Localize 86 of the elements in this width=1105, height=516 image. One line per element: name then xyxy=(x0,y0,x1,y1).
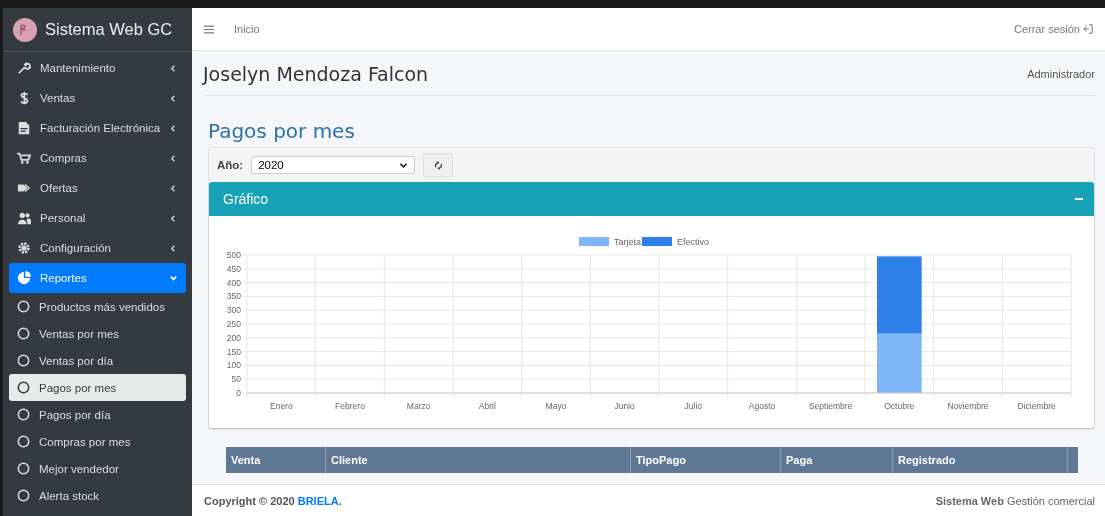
brand-title: Sistema Web GC xyxy=(45,20,173,39)
gear-icon xyxy=(17,241,31,255)
sidebar-item[interactable]: Mantenimiento xyxy=(9,53,186,83)
panel-title: Gráfico xyxy=(223,191,269,207)
year-label: Año: xyxy=(217,159,244,171)
home-link[interactable]: Inicio xyxy=(234,23,260,35)
circle-icon xyxy=(17,381,30,394)
axis-label: 50 xyxy=(231,374,241,385)
caret-icon xyxy=(169,183,178,193)
legend-label: Efectivo xyxy=(677,237,709,247)
axis-label: Junio xyxy=(614,401,635,411)
sidebar-subitem[interactable]: Alerta stock xyxy=(9,482,186,509)
axis-label: 300 xyxy=(226,305,241,316)
axis-label: 500 xyxy=(226,250,241,260)
column-header: Venta xyxy=(226,447,326,473)
axis-label: Enero xyxy=(270,401,293,411)
sidebar-subitem[interactable]: Pagos por mes xyxy=(9,374,186,401)
sidebar-subitem[interactable]: Mejor vendedor xyxy=(9,455,186,482)
circle-icon xyxy=(17,327,30,340)
briela-link[interactable]: BRIELA xyxy=(297,494,339,507)
axis-label: Marzo xyxy=(406,401,431,411)
circle-icon xyxy=(17,300,30,313)
logo-icon xyxy=(13,17,37,42)
axis-label: 350 xyxy=(226,291,241,302)
axis-label: Octubre xyxy=(884,401,915,411)
axis-label: Febrero xyxy=(335,401,365,411)
axis-label: Abril xyxy=(478,401,496,411)
axis-label: 450 xyxy=(226,263,241,274)
sidebar-item[interactable]: Configuración xyxy=(9,233,186,263)
axis-label: 150 xyxy=(226,346,241,357)
logout-icon xyxy=(1083,24,1093,34)
circle-icon xyxy=(17,489,30,502)
wrench-icon xyxy=(17,61,31,75)
column-header: Cliente xyxy=(326,447,631,473)
sidebar-subitem[interactable]: Pagos por día xyxy=(9,401,186,428)
column-header: Registrado xyxy=(893,447,1068,473)
refresh-button[interactable] xyxy=(423,153,454,177)
caret-icon xyxy=(169,153,178,163)
sidebar-item[interactable]: Ofertas xyxy=(9,173,186,203)
sidebar-subitem[interactable]: Compras por mes xyxy=(9,428,186,455)
column-header: TipoPago xyxy=(631,447,781,473)
axis-label: Agosto xyxy=(748,401,776,411)
axis-label: 200 xyxy=(226,332,241,343)
axis-label: Septiembre xyxy=(808,401,853,411)
circle-icon xyxy=(17,354,30,367)
axis-label: 0 xyxy=(236,388,241,398)
axis-label: Noviembre xyxy=(947,401,989,411)
sidebar-subitem[interactable]: Ventas por mes xyxy=(9,320,186,347)
circle-icon xyxy=(17,462,30,475)
caret-icon xyxy=(169,93,178,103)
menu-icon[interactable] xyxy=(204,24,214,34)
caret-icon xyxy=(169,213,178,223)
users-icon xyxy=(17,211,31,225)
axis-label: Diciembre xyxy=(1017,401,1056,411)
axis-label: Mayo xyxy=(545,401,567,411)
cart-icon xyxy=(17,151,31,165)
axis-label: 400 xyxy=(226,277,241,288)
user-name: Joselyn Mendoza Falcon xyxy=(203,63,429,85)
document-icon xyxy=(17,121,31,135)
sidebar-subitem[interactable]: Ventas por día xyxy=(9,347,186,374)
sidebar-item[interactable]: Facturación Electrónica xyxy=(9,113,186,143)
legend-label: Tarjeta xyxy=(614,237,641,247)
sidebar-item[interactable]: Compras xyxy=(9,143,186,173)
caret-icon xyxy=(169,123,178,133)
sidebar-item[interactable]: Reportes xyxy=(9,263,186,293)
sidebar-item[interactable]: Personal xyxy=(9,203,186,233)
year-select[interactable]: 2020 xyxy=(251,156,416,174)
axis-label: 100 xyxy=(226,360,241,371)
column-header: Paga xyxy=(781,447,893,473)
tags-icon xyxy=(17,181,31,195)
pie-chart-icon xyxy=(17,271,31,285)
copyright-text: Copyright © 2020 BRIELA. xyxy=(204,494,342,507)
sidebar-item[interactable]: Ventas xyxy=(9,83,186,113)
axis-label: Julio xyxy=(684,401,703,411)
user-role: Administrador xyxy=(1027,68,1095,80)
refresh-icon xyxy=(432,159,444,171)
sidebar-subitem[interactable]: Productos más vendidos xyxy=(9,293,186,320)
caret-icon xyxy=(169,243,178,253)
circle-icon xyxy=(17,408,30,421)
caret-icon xyxy=(169,63,178,73)
circle-icon xyxy=(17,435,30,448)
caret-icon xyxy=(169,273,178,283)
page-title: Pagos por mes xyxy=(208,119,356,143)
axis-label: 250 xyxy=(226,319,241,329)
footer-text: Sistema Web Gestión comercial xyxy=(935,494,1095,507)
logout-link[interactable]: Cerrar sesión xyxy=(1013,23,1093,35)
